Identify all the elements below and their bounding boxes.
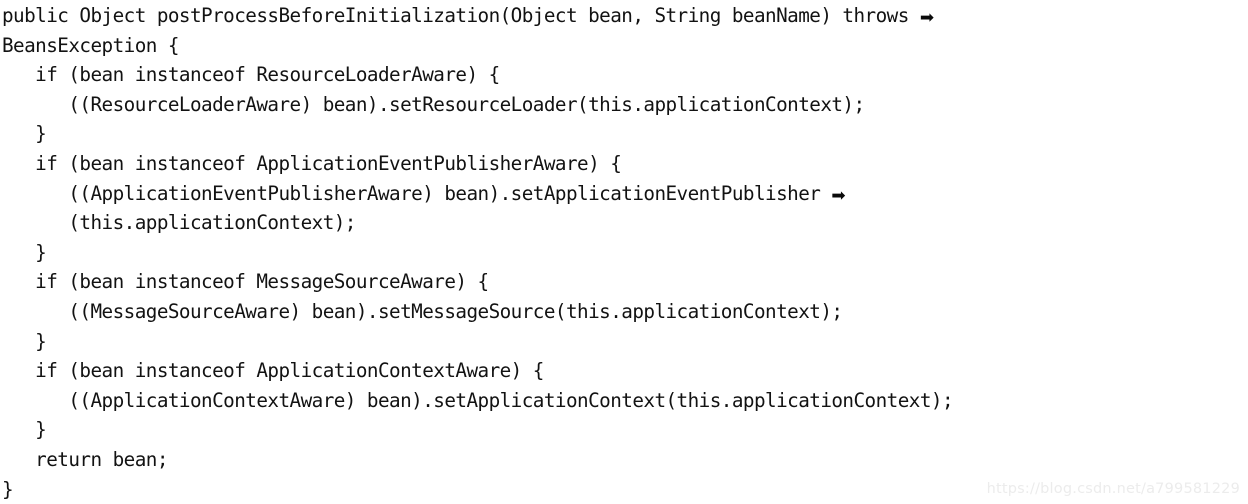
code-line-text: ((ApplicationEventPublisherAware) bean).… bbox=[2, 182, 831, 205]
code-block: public Object postProcessBeforeInitializ… bbox=[0, 1, 1248, 504]
code-line-text: if (bean instanceof ApplicationEventPubl… bbox=[2, 152, 621, 175]
code-line-text: ((ApplicationContextAware) bean).setAppl… bbox=[2, 389, 953, 412]
code-line: } bbox=[0, 238, 1248, 268]
line-continuation-arrow-icon: ➡ bbox=[831, 186, 845, 206]
code-line-text: if (bean instanceof ResourceLoaderAware)… bbox=[2, 63, 500, 86]
code-line-text: BeansException { bbox=[2, 34, 179, 57]
code-line: ((ApplicationEventPublisherAware) bean).… bbox=[0, 179, 1248, 209]
code-line-text: ((ResourceLoaderAware) bean).setResource… bbox=[2, 93, 865, 116]
code-line: if (bean instanceof MessageSourceAware) … bbox=[0, 267, 1248, 297]
watermark: https://blog.csdn.net/a799581229 bbox=[987, 481, 1240, 497]
code-line: ((MessageSourceAware) bean).setMessageSo… bbox=[0, 297, 1248, 327]
code-line: if (bean instanceof ResourceLoaderAware)… bbox=[0, 60, 1248, 90]
code-line: (this.applicationContext); bbox=[0, 208, 1248, 238]
code-line-text: ((MessageSourceAware) bean).setMessageSo… bbox=[2, 300, 842, 323]
code-line-text: if (bean instanceof ApplicationContextAw… bbox=[2, 359, 544, 382]
code-line-text: } bbox=[2, 122, 46, 145]
code-line-text: } bbox=[2, 478, 13, 501]
code-line: BeansException { bbox=[0, 31, 1248, 61]
code-listing: public Object postProcessBeforeInitializ… bbox=[0, 0, 1248, 503]
code-line: } bbox=[0, 415, 1248, 445]
code-line-text: } bbox=[2, 418, 46, 441]
code-line-text: return bean; bbox=[2, 448, 168, 471]
code-line-text: if (bean instanceof MessageSourceAware) … bbox=[2, 270, 489, 293]
code-line-text: (this.applicationContext); bbox=[2, 211, 356, 234]
code-line-text: } bbox=[2, 241, 46, 264]
code-line: } bbox=[0, 119, 1248, 149]
code-line: if (bean instanceof ApplicationEventPubl… bbox=[0, 149, 1248, 179]
code-line: ((ResourceLoaderAware) bean).setResource… bbox=[0, 90, 1248, 120]
line-continuation-arrow-icon: ➡ bbox=[920, 8, 934, 28]
code-line: ((ApplicationContextAware) bean).setAppl… bbox=[0, 386, 1248, 416]
code-line: } bbox=[0, 327, 1248, 357]
code-line-text: public Object postProcessBeforeInitializ… bbox=[2, 4, 920, 27]
code-line: return bean; bbox=[0, 445, 1248, 475]
code-line: public Object postProcessBeforeInitializ… bbox=[0, 1, 1248, 31]
code-line: if (bean instanceof ApplicationContextAw… bbox=[0, 356, 1248, 386]
code-line-text: } bbox=[2, 330, 46, 353]
